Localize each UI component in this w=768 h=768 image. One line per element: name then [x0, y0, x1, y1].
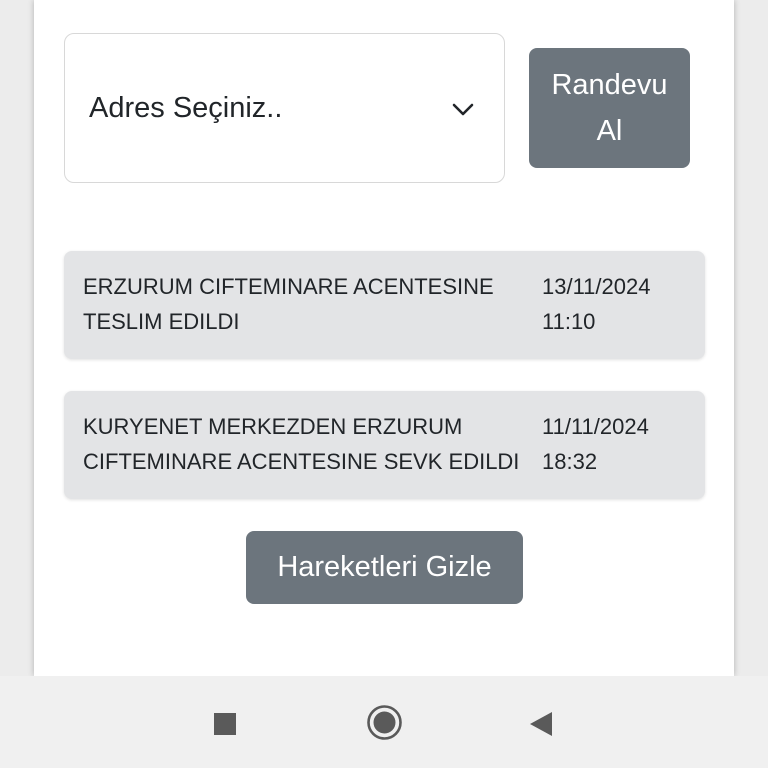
circle-home-icon[interactable]	[366, 704, 403, 741]
movement-item: KURYENET MERKEZDEN ERZURUM CIFTEMINARE A…	[64, 391, 705, 499]
movement-datetime: 13/11/2024 11:10	[542, 269, 692, 339]
movement-description-line: ERZURUM CIFTEMINARE ACENTESINE	[83, 274, 494, 299]
movement-description: KURYENET MERKEZDEN ERZURUM CIFTEMINARE A…	[83, 409, 523, 479]
movement-date: 13/11/2024	[542, 274, 651, 299]
android-nav-bar	[0, 676, 768, 768]
chevron-down-icon	[452, 103, 474, 116]
appointment-label-line1: Randevu	[551, 69, 668, 101]
hide-movements-button[interactable]: Hareketleri Gizle	[246, 531, 523, 604]
movement-item: ERZURUM CIFTEMINARE ACENTESINE TESLIM ED…	[64, 251, 705, 359]
movement-description-line: CIFTEMINARE ACENTESINE SEVK EDILDI	[83, 449, 520, 474]
movement-date: 11/11/2024	[542, 414, 649, 439]
appointment-label-line2: Al	[596, 115, 623, 147]
movement-description-line: KURYENET MERKEZDEN ERZURUM	[83, 414, 463, 439]
movement-description: ERZURUM CIFTEMINARE ACENTESINE TESLIM ED…	[83, 269, 523, 339]
triangle-back-icon[interactable]	[528, 711, 554, 737]
address-select-value: Adres Seçiniz..	[89, 91, 283, 124]
square-icon[interactable]	[213, 712, 237, 736]
appointment-button-label: Randevu Al	[551, 62, 667, 154]
movement-time: 18:32	[542, 449, 598, 474]
movement-description-line: TESLIM EDILDI	[83, 309, 240, 334]
screen: Adres Seçiniz.. Randevu Al ERZURUM CIFTE…	[0, 0, 768, 768]
movement-time: 11:10	[542, 309, 596, 334]
address-select[interactable]: Adres Seçiniz..	[64, 33, 505, 183]
movement-datetime: 11/11/2024 18:32	[542, 409, 692, 479]
appointment-button[interactable]: Randevu Al	[529, 48, 690, 168]
content-card: Adres Seçiniz.. Randevu Al ERZURUM CIFTE…	[34, 0, 734, 676]
